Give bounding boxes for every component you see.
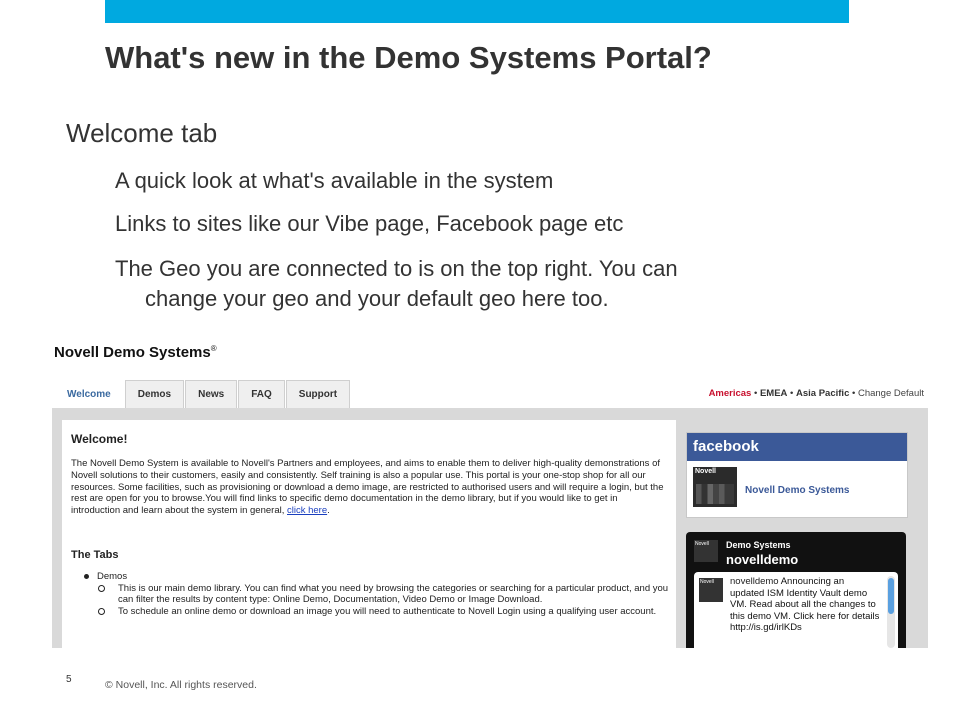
portal-logo-mark: ® (210, 344, 217, 353)
sub-bullet-geo-line1: The Geo you are connected to is on the t… (115, 256, 678, 281)
facebook-header: facebook (687, 433, 907, 461)
geo-asia-pacific[interactable]: Asia Pacific (796, 388, 849, 399)
twitter-avatar: Novell (694, 540, 718, 562)
geo-separator: • (790, 388, 794, 399)
tab-news[interactable]: News (185, 380, 238, 408)
facebook-page-name[interactable]: Novell Demo Systems (745, 485, 850, 496)
copyright: © Novell, Inc. All rights reserved. (105, 679, 257, 691)
portal-panel: Welcome! The Novell Demo System is avail… (52, 408, 928, 648)
twitter-widget: Novell Demo Systems novelldemo Novell no… (686, 532, 906, 648)
facebook-thumbnail-caption: Novell (695, 468, 717, 475)
facebook-widget[interactable]: facebook Novell Novell Demo Systems (686, 432, 908, 518)
tabs-list: Demos This is our main demo library. You… (84, 571, 672, 617)
scrollbar-thumb[interactable] (888, 578, 894, 614)
welcome-paragraph-end: . (327, 505, 330, 517)
geo-emea[interactable]: EMEA (760, 388, 787, 399)
welcome-paragraph: The Novell Demo System is available to N… (71, 458, 667, 517)
welcome-content: Welcome! The Novell Demo System is avail… (62, 420, 676, 648)
geo-change-default[interactable]: Change Default (858, 388, 924, 399)
twitter-brand: Demo Systems (726, 540, 791, 550)
page-number: 5 (66, 674, 72, 685)
welcome-paragraph-text: The Novell Demo System is available to N… (71, 458, 664, 517)
sub-bullet-geo: The Geo you are connected to is on the t… (115, 254, 835, 314)
list-item-text: This is our main demo library. You can f… (118, 582, 669, 606)
twitter-handle[interactable]: novelldemo (726, 552, 798, 567)
portal-screenshot: Novell Demo Systems® Welcome Demos News … (52, 340, 928, 648)
geo-americas[interactable]: Americas (709, 388, 752, 399)
slide-top-bar (105, 0, 849, 23)
sub-bullet-quick-look: A quick look at what's available in the … (115, 168, 554, 193)
tweet-avatar-caption: Novell (700, 579, 714, 585)
welcome-title: Welcome! (71, 432, 128, 446)
tweet-avatar: Novell (699, 578, 723, 602)
tweet-user[interactable]: novelldemo (730, 576, 779, 587)
bullet-welcome-tab: Welcome tab (66, 118, 218, 148)
tweet-list: Novell novelldemo Announcing an updated … (694, 572, 898, 648)
tab-support[interactable]: Support (285, 380, 351, 408)
list-item-text: To schedule an online demo or download a… (118, 605, 657, 617)
tweet-scrollbar[interactable] (887, 576, 895, 648)
portal-logo-text: Novell Demo Systems (54, 344, 211, 361)
group-photo-icon (696, 484, 734, 504)
list-item: To schedule an online demo or download a… (84, 606, 672, 618)
tweet-link[interactable]: http://is.gd/irlKDs (730, 622, 802, 633)
click-here-link[interactable]: click here (287, 505, 327, 516)
twitter-avatar-caption: Novell (695, 541, 709, 547)
geo-separator: • (852, 388, 856, 399)
list-item: This is our main demo library. You can f… (84, 583, 672, 606)
list-item: Demos (84, 571, 672, 583)
sub-bullet-geo-line2: change your geo and your default geo her… (145, 286, 609, 311)
tab-faq[interactable]: FAQ (238, 380, 285, 408)
bullet-ring-icon (98, 607, 105, 615)
geo-selector: Americas • EMEA • Asia Pacific • Change … (709, 388, 924, 399)
facebook-thumbnail: Novell (693, 467, 737, 507)
bullet-ring-icon (98, 584, 105, 592)
slide-title: What's new in the Demo Systems Portal? (105, 40, 712, 75)
bullet-dot-icon (84, 573, 89, 579)
list-item-label: Demos (97, 571, 128, 582)
geo-separator: • (753, 388, 758, 399)
portal-logo: Novell Demo Systems® (54, 344, 217, 361)
tabs-section-title: The Tabs (71, 549, 119, 561)
portal-tabs: Welcome Demos News FAQ Support (54, 380, 351, 408)
tab-demos[interactable]: Demos (124, 380, 185, 408)
sub-bullet-links: Links to sites like our Vibe page, Faceb… (115, 211, 624, 236)
tab-welcome[interactable]: Welcome (54, 380, 124, 408)
tweet-text: novelldemo Announcing an updated ISM Ide… (730, 576, 880, 634)
